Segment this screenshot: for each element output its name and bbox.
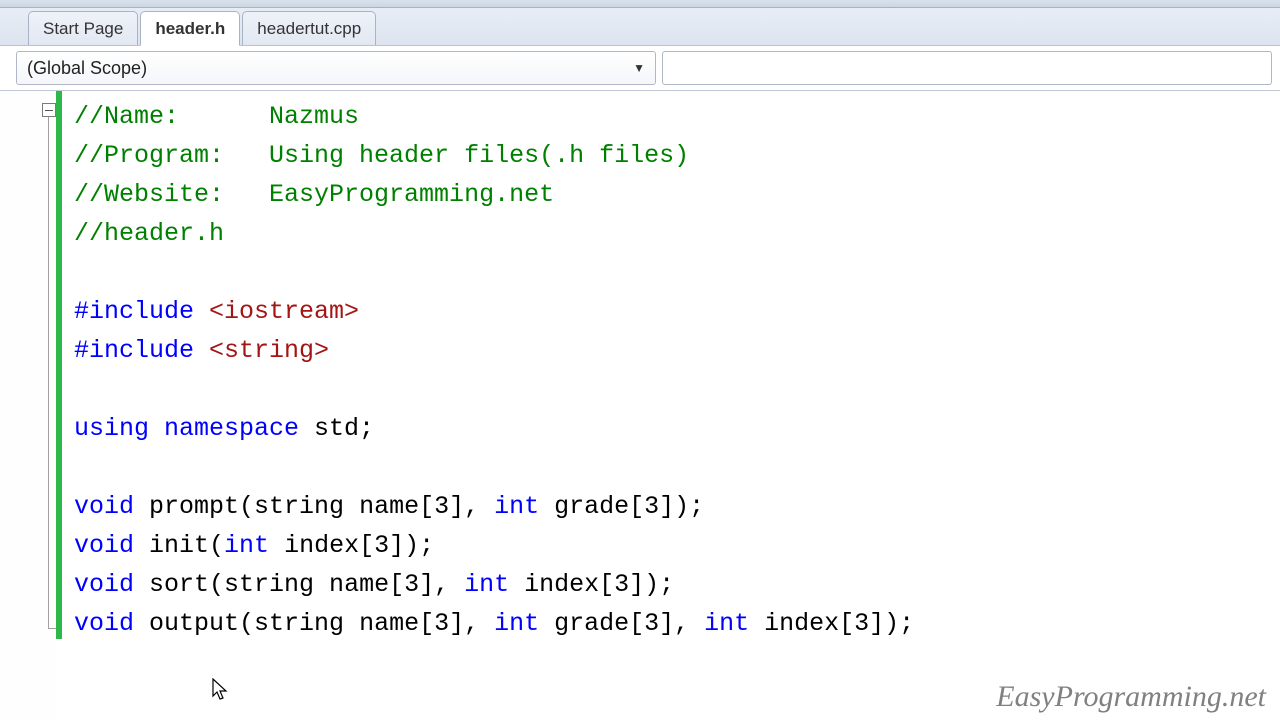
outline-gutter xyxy=(0,91,56,720)
code-text: index[3]); xyxy=(749,609,914,638)
tab-headertut-cpp[interactable]: headertut.cpp xyxy=(242,11,376,45)
code-text: grade[3], xyxy=(539,609,704,638)
keyword-namespace: namespace xyxy=(149,414,299,443)
code-content[interactable]: //Name: Nazmus //Program: Using header f… xyxy=(62,91,1280,720)
preproc-keyword: #include xyxy=(74,336,194,365)
comment-line: //Program: Using header files(.h files) xyxy=(74,141,689,170)
preproc-keyword: #include xyxy=(74,297,194,326)
scope-dropdown[interactable]: (Global Scope) ▼ xyxy=(16,51,656,85)
keyword-void: void xyxy=(74,492,134,521)
comment-line: //Name: Nazmus xyxy=(74,102,359,131)
keyword-void: void xyxy=(74,531,134,560)
code-text: init( xyxy=(149,531,224,560)
tab-bar: Start Page header.h headertut.cpp xyxy=(0,8,1280,46)
include-header: <string> xyxy=(194,336,329,365)
outline-guide-vertical xyxy=(48,117,49,629)
comment-line: //header.h xyxy=(74,219,224,248)
member-dropdown[interactable] xyxy=(662,51,1272,85)
include-header: <iostream> xyxy=(194,297,359,326)
keyword-int: int xyxy=(464,570,509,599)
outline-collapse-toggle[interactable] xyxy=(42,103,56,117)
scope-selected-label: (Global Scope) xyxy=(27,58,147,79)
code-text: sort(string name[3], xyxy=(149,570,464,599)
keyword-int: int xyxy=(704,609,749,638)
window-titlebar-strip xyxy=(0,0,1280,8)
keyword-void: void xyxy=(74,570,134,599)
code-text: prompt(string name[3], xyxy=(149,492,494,521)
code-editor[interactable]: //Name: Nazmus //Program: Using header f… xyxy=(0,91,1280,720)
comment-line: //Website: EasyProgramming.net xyxy=(74,180,554,209)
code-text: output(string name[3], xyxy=(149,609,494,638)
code-text: grade[3]); xyxy=(539,492,704,521)
code-text: index[3]); xyxy=(509,570,674,599)
keyword-int: int xyxy=(224,531,269,560)
keyword-int: int xyxy=(494,609,539,638)
tab-header-h[interactable]: header.h xyxy=(140,11,240,46)
keyword-using: using xyxy=(74,414,149,443)
code-text: std; xyxy=(299,414,374,443)
keyword-int: int xyxy=(494,492,539,521)
code-text: index[3]); xyxy=(269,531,434,560)
keyword-void: void xyxy=(74,609,134,638)
navigation-bar: (Global Scope) ▼ xyxy=(0,46,1280,91)
outline-guide-horizontal xyxy=(49,628,56,629)
tab-start-page[interactable]: Start Page xyxy=(28,11,138,45)
chevron-down-icon: ▼ xyxy=(633,61,645,75)
